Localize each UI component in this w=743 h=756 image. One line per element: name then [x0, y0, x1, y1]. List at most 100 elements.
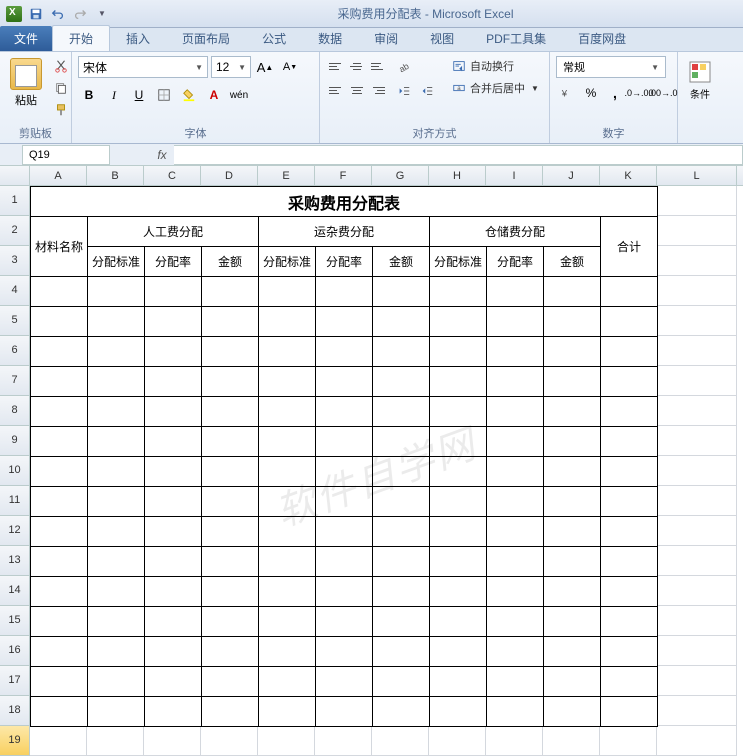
formula-input[interactable]	[174, 145, 743, 165]
decrease-font-icon[interactable]: A▼	[279, 56, 301, 78]
qat-dropdown-icon[interactable]: ▼	[92, 4, 112, 24]
svg-text:¥: ¥	[561, 89, 568, 100]
bold-button[interactable]: B	[78, 84, 100, 106]
number-group-label: 数字	[556, 123, 671, 141]
paste-icon	[10, 58, 42, 90]
orientation-icon[interactable]: ab	[393, 56, 415, 78]
row-header-17[interactable]: 17	[0, 666, 30, 696]
align-bottom-icon[interactable]	[368, 56, 388, 76]
align-left-icon[interactable]	[326, 80, 346, 100]
tab-pagelayout[interactable]: 页面布局	[166, 26, 246, 51]
sub-std-3: 分配标准	[430, 247, 487, 277]
conditional-format-button[interactable]: 条件	[684, 56, 716, 103]
col-header-L[interactable]: L	[657, 166, 737, 185]
percent-format-icon[interactable]: %	[580, 82, 602, 104]
fx-icon[interactable]: fx	[150, 145, 174, 165]
sub-std-1: 分配标准	[88, 247, 145, 277]
undo-icon[interactable]	[48, 4, 68, 24]
tab-home[interactable]: 开始	[52, 25, 110, 51]
sub-amt-3: 金额	[544, 247, 601, 277]
row-header-14[interactable]: 14	[0, 576, 30, 606]
underline-button[interactable]: U	[128, 84, 150, 106]
comma-format-icon[interactable]: ,	[604, 82, 626, 104]
col-header-G[interactable]: G	[372, 166, 429, 185]
save-icon[interactable]	[26, 4, 46, 24]
fill-color-button[interactable]	[178, 84, 200, 106]
row-header-7[interactable]: 7	[0, 366, 30, 396]
accounting-format-icon[interactable]: ¥	[556, 82, 578, 104]
file-tab[interactable]: 文件	[0, 26, 52, 51]
tab-pdf[interactable]: PDF工具集	[470, 26, 562, 51]
col-header-J[interactable]: J	[543, 166, 600, 185]
font-name-select[interactable]: 宋体▼	[78, 56, 208, 78]
col-header-E[interactable]: E	[258, 166, 315, 185]
border-button[interactable]	[153, 84, 175, 106]
decrease-decimal-icon[interactable]: .00→.0	[652, 82, 674, 104]
row-header-12[interactable]: 12	[0, 516, 30, 546]
cut-icon[interactable]	[50, 56, 72, 76]
row-header-13[interactable]: 13	[0, 546, 30, 576]
cond-format-label: 条件	[690, 86, 710, 101]
row-header-4[interactable]: 4	[0, 276, 30, 306]
row-header-10[interactable]: 10	[0, 456, 30, 486]
column-headers: ABCDEFGHIJKL	[0, 166, 743, 186]
phonetic-button[interactable]: wén	[228, 84, 250, 106]
col-header-H[interactable]: H	[429, 166, 486, 185]
format-painter-icon[interactable]	[50, 100, 72, 120]
tab-baidu[interactable]: 百度网盘	[562, 26, 642, 51]
col-header-K[interactable]: K	[600, 166, 657, 185]
row-header-8[interactable]: 8	[0, 396, 30, 426]
align-top-icon[interactable]	[326, 56, 346, 76]
row-header-5[interactable]: 5	[0, 306, 30, 336]
sub-rate-2: 分配率	[316, 247, 373, 277]
name-box[interactable]: Q19	[22, 145, 110, 165]
row-header-15[interactable]: 15	[0, 606, 30, 636]
tab-view[interactable]: 视图	[414, 26, 470, 51]
align-right-icon[interactable]	[368, 80, 388, 100]
group-clipboard: 粘贴 剪贴板	[0, 52, 72, 143]
header-total: 合计	[601, 217, 658, 277]
copy-icon[interactable]	[50, 78, 72, 98]
row-header-1[interactable]: 1	[0, 186, 30, 216]
tab-data[interactable]: 数据	[302, 26, 358, 51]
svg-text:ab: ab	[397, 61, 411, 74]
col-header-B[interactable]: B	[87, 166, 144, 185]
merge-center-button[interactable]: a合并后居中▼	[448, 78, 543, 98]
select-all-corner[interactable]	[0, 166, 30, 185]
wrap-text-button[interactable]: 自动换行	[448, 56, 543, 76]
row-header-16[interactable]: 16	[0, 636, 30, 666]
alignment-group-label: 对齐方式	[326, 123, 543, 141]
col-header-A[interactable]: A	[30, 166, 87, 185]
col-header-I[interactable]: I	[486, 166, 543, 185]
svg-text:a: a	[457, 85, 461, 92]
tab-insert[interactable]: 插入	[110, 26, 166, 51]
number-format-select[interactable]: 常规▼	[556, 56, 666, 78]
data-table: 采购费用分配表 材料名称 人工费分配 运杂费分配 仓储费分配 合计 分配标准 分…	[30, 186, 658, 727]
font-size-select[interactable]: 12▼	[211, 56, 251, 78]
font-color-button[interactable]: A	[203, 84, 225, 106]
italic-button[interactable]: I	[103, 84, 125, 106]
row-header-3[interactable]: 3	[0, 246, 30, 276]
sub-amt-1: 金额	[202, 247, 259, 277]
redo-icon[interactable]	[70, 4, 90, 24]
align-middle-icon[interactable]	[347, 56, 367, 76]
col-header-C[interactable]: C	[144, 166, 201, 185]
decrease-indent-icon[interactable]	[393, 80, 415, 102]
align-center-icon[interactable]	[347, 80, 367, 100]
increase-indent-icon[interactable]	[416, 80, 438, 102]
increase-font-icon[interactable]: A▲	[254, 56, 276, 78]
paste-button[interactable]: 粘贴	[6, 56, 46, 110]
excel-app-icon[interactable]	[4, 4, 24, 24]
tab-review[interactable]: 审阅	[358, 26, 414, 51]
row-header-11[interactable]: 11	[0, 486, 30, 516]
tab-formulas[interactable]: 公式	[246, 26, 302, 51]
col-header-D[interactable]: D	[201, 166, 258, 185]
increase-decimal-icon[interactable]: .0→.00	[628, 82, 650, 104]
quick-access-toolbar: ▼	[4, 4, 112, 24]
row-header-6[interactable]: 6	[0, 336, 30, 366]
col-header-F[interactable]: F	[315, 166, 372, 185]
row-header-2[interactable]: 2	[0, 216, 30, 246]
row-header-19[interactable]: 19	[0, 726, 30, 756]
row-header-9[interactable]: 9	[0, 426, 30, 456]
row-header-18[interactable]: 18	[0, 696, 30, 726]
